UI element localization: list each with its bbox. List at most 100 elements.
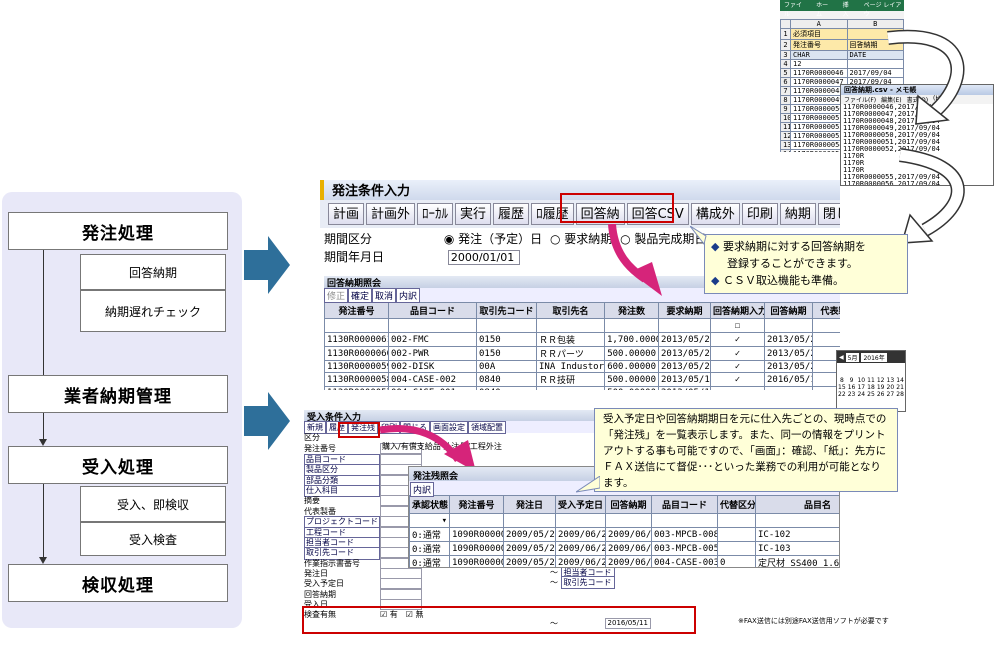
- excel-cell[interactable]: 1170R0000053: [790, 131, 848, 141]
- calendar-day[interactable]: 10: [856, 377, 866, 384]
- cal-year[interactable]: 2016年: [861, 352, 887, 362]
- calendar-day[interactable]: 22: [837, 391, 847, 398]
- field-input[interactable]: [380, 568, 422, 580]
- detail-button[interactable]: 内訳: [410, 482, 435, 497]
- calendar-day[interactable]: 15: [837, 384, 847, 391]
- row-number[interactable]: 6: [780, 77, 791, 87]
- excel-cell[interactable]: 1170R0000054: [790, 140, 848, 150]
- excel-cell[interactable]: 発注番号: [790, 39, 848, 51]
- row-number[interactable]: 1: [780, 28, 791, 40]
- column-header[interactable]: 回答納期: [764, 302, 813, 319]
- calendar-day[interactable]: 8: [837, 377, 847, 384]
- row-number[interactable]: 14: [780, 149, 791, 152]
- filter-cell[interactable]: [755, 513, 839, 528]
- filter-cell[interactable]: [605, 513, 652, 528]
- confirm-button[interactable]: 確定: [348, 288, 373, 303]
- plan-button[interactable]: 計画: [328, 203, 365, 225]
- reply-checkbox[interactable]: ✓: [710, 332, 765, 347]
- table-row[interactable]: 1130R0000057004-CASE-0010840 500.00000201…: [324, 386, 840, 390]
- column-header[interactable]: 品目コード: [388, 302, 477, 319]
- column-header[interactable]: 承認状態: [409, 495, 450, 514]
- table-row[interactable]: 1130R0000058 004-CASE-002 0840 ＲＲ技研 500.0000…: [324, 372, 840, 387]
- field-input[interactable]: [380, 588, 422, 600]
- column-header[interactable]: 発注日: [503, 495, 556, 514]
- ribbon-tab[interactable]: ホーム: [816, 0, 832, 18]
- reply-checkbox[interactable]: [710, 386, 765, 390]
- filter-cell[interactable]: [324, 318, 389, 333]
- table-row[interactable]: 0:通常1090R00000572009/05/212009/06/202009…: [409, 555, 839, 567]
- row-number[interactable]: 5: [780, 68, 791, 78]
- filter-cell[interactable]: [658, 318, 711, 333]
- calendar-day[interactable]: 17: [856, 384, 866, 391]
- calendar-day[interactable]: 12: [876, 377, 886, 384]
- excel-cell[interactable]: 1170R0000051: [790, 113, 848, 123]
- ribbon-tab[interactable]: ページ レイアウ: [864, 0, 904, 18]
- calendar-day[interactable]: 27: [886, 391, 896, 398]
- row-number[interactable]: 8: [780, 95, 791, 105]
- excel-cell[interactable]: CHAR: [790, 50, 848, 60]
- calendar-day[interactable]: 23: [847, 391, 857, 398]
- calendar-day[interactable]: 28: [895, 391, 905, 398]
- table-row[interactable]: 1130R0000059 002-DISK 00A INA Industory 600.…: [324, 360, 840, 373]
- tori-right-label[interactable]: 〜 取引先コード: [550, 576, 615, 589]
- filter-dropdown[interactable]: ▾: [409, 513, 450, 528]
- row-number[interactable]: 10: [780, 113, 791, 123]
- table-row[interactable]: 0:通常1090R00000562009/05/212009/06/222009…: [409, 541, 839, 556]
- table-row[interactable]: 1130R0000060 002-PWR 0150 ＲＲパーツ 500.00000 201…: [324, 346, 840, 361]
- local-button[interactable]: ﾛｰｶﾙ: [417, 203, 454, 225]
- non-config-button[interactable]: 構成外: [690, 203, 740, 225]
- reply-checkbox[interactable]: ✓: [710, 360, 765, 373]
- print-button[interactable]: 印刷: [741, 203, 778, 225]
- filter-checkbox[interactable]: ☐: [710, 318, 765, 333]
- excel-cell[interactable]: 1170R0000047: [790, 77, 848, 87]
- reply-checkbox[interactable]: ✓: [710, 346, 765, 361]
- excel-cell[interactable]: 1170R0000046: [790, 68, 848, 78]
- due-button[interactable]: 納期: [779, 203, 816, 225]
- unplanned-button[interactable]: 計画外: [366, 203, 416, 225]
- modify-button[interactable]: 修正: [324, 288, 349, 303]
- calendar-day[interactable]: 26: [876, 391, 886, 398]
- row-number[interactable]: 13: [780, 140, 791, 150]
- calendar-day[interactable]: 24: [856, 391, 866, 398]
- row-number[interactable]: 2: [780, 39, 791, 51]
- execute-button[interactable]: 実行: [455, 203, 492, 225]
- calendar-day[interactable]: 25: [866, 391, 876, 398]
- filter-cell[interactable]: [812, 318, 840, 333]
- table-row[interactable]: 0:通常1090R00000552009/05/212009/06/222009…: [409, 527, 839, 542]
- close-button[interactable]: 閉じる: [817, 203, 840, 225]
- row-number[interactable]: 11: [780, 122, 791, 132]
- excel-cell[interactable]: 1170R0000052: [790, 122, 848, 132]
- detail-button[interactable]: 内訳: [396, 288, 421, 303]
- excel-cell[interactable]: 1170R0000050: [790, 104, 848, 114]
- filter-cell[interactable]: [536, 318, 605, 333]
- filter-cell[interactable]: [449, 513, 504, 528]
- column-header[interactable]: 要求納期: [658, 302, 711, 319]
- column-header[interactable]: 代替区分: [717, 495, 756, 514]
- filter-cell[interactable]: [555, 513, 606, 528]
- reply-checkbox[interactable]: ✓: [710, 372, 765, 387]
- calendar-day[interactable]: 18: [866, 384, 876, 391]
- row-number[interactable]: 3: [780, 50, 791, 60]
- column-header[interactable]: 回答納期入力: [710, 302, 765, 319]
- excel-cell[interactable]: 1170R0000049: [790, 95, 848, 105]
- calendar-popup[interactable]: ◀ 5月 2016年 8 9 10 11 12 13 14 15 16 17 18 19 20 21 22 2…: [836, 350, 906, 412]
- filter-cell[interactable]: [717, 513, 756, 528]
- filter-cell[interactable]: [476, 318, 537, 333]
- cal-month[interactable]: 5月: [845, 352, 860, 362]
- history-button[interactable]: 履歴: [493, 203, 530, 225]
- radio-order-date[interactable]: ◉ 発注（予定）日: [444, 232, 542, 246]
- date-input[interactable]: 2000/01/01: [447, 250, 520, 265]
- filter-cell[interactable]: [604, 318, 659, 333]
- filter-cell[interactable]: [764, 318, 813, 333]
- field-input[interactable]: [380, 578, 422, 590]
- cancel-button[interactable]: 取消: [372, 288, 397, 303]
- filter-cell[interactable]: [388, 318, 477, 333]
- excel-cell[interactable]: 12: [790, 59, 848, 69]
- calendar-day[interactable]: 11: [866, 377, 876, 384]
- table-row[interactable]: 1130R0000061002-FMC0150ＲＲ包装1,700.0000020…: [324, 332, 840, 347]
- row-number[interactable]: 12: [780, 131, 791, 141]
- column-header[interactable]: 受入予定日: [555, 495, 606, 514]
- calendar-day[interactable]: 19: [876, 384, 886, 391]
- ribbon-tab[interactable]: ファイル: [784, 0, 806, 18]
- column-header[interactable]: 品目名: [755, 495, 839, 514]
